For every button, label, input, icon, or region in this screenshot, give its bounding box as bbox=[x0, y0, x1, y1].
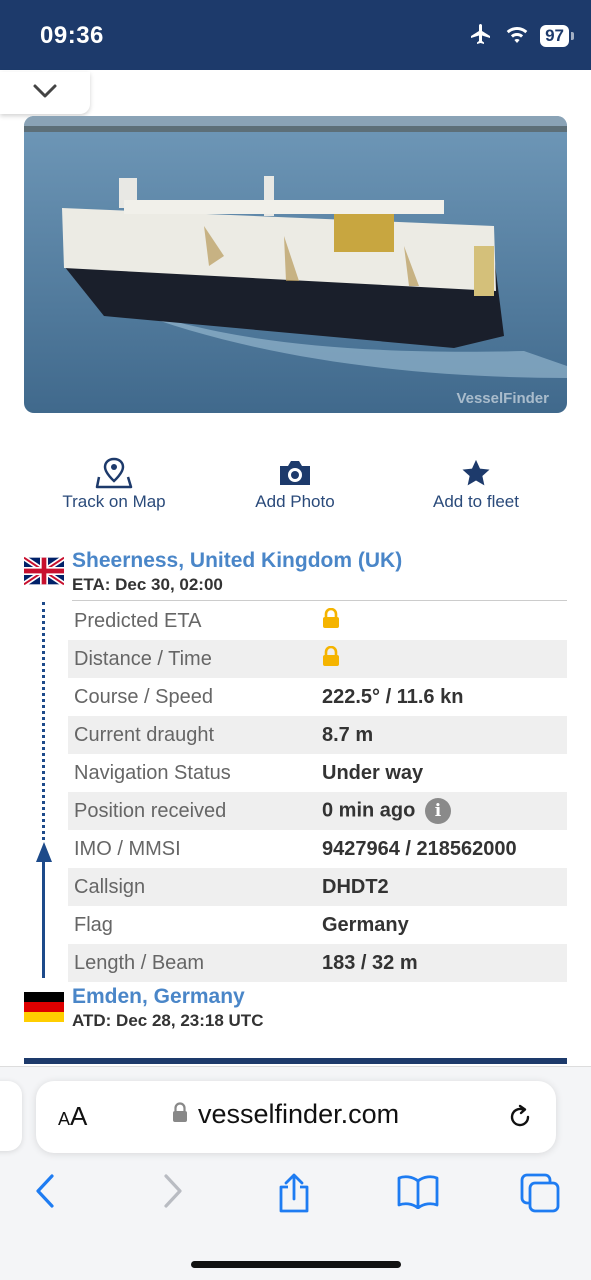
share-icon[interactable] bbox=[276, 1173, 312, 1218]
details-row: Position received 0 min ago i bbox=[68, 792, 567, 830]
reader-options-button[interactable]: AA bbox=[58, 1101, 87, 1132]
home-indicator bbox=[191, 1261, 401, 1268]
detail-key: Current draught bbox=[68, 716, 316, 754]
tabs-icon[interactable] bbox=[520, 1173, 562, 1218]
detail-key: Flag bbox=[74, 913, 113, 936]
star-icon bbox=[396, 458, 556, 488]
section-bar bbox=[24, 1058, 567, 1064]
route-solid-line bbox=[42, 860, 45, 978]
detail-value: 9427964 / 218562000 bbox=[322, 837, 517, 860]
detail-value: 8.7 m bbox=[316, 716, 567, 754]
origin-atd: ATD: Dec 28, 23:18 UTC bbox=[72, 1011, 264, 1030]
detail-key: Callsign bbox=[68, 868, 316, 906]
detail-key: Course / Speed bbox=[74, 685, 213, 708]
airplane-icon bbox=[468, 22, 494, 51]
route-arrow-icon bbox=[36, 842, 52, 862]
details-row: Course / Speed 222.5° / 11.6 kn bbox=[68, 678, 567, 716]
destination-eta: ETA: Dec 30, 02:00 bbox=[72, 575, 223, 594]
detail-value[interactable] bbox=[316, 602, 567, 640]
camera-icon bbox=[215, 458, 375, 488]
detail-value: 0 min ago i bbox=[316, 792, 567, 830]
detail-key: Distance / Time bbox=[68, 640, 316, 678]
track-on-map-button[interactable]: Track on Map bbox=[34, 457, 194, 518]
info-icon[interactable]: i bbox=[424, 798, 451, 824]
vessel-actions: Track on Map Add Photo Add to fleet bbox=[0, 457, 591, 518]
bookmarks-icon[interactable] bbox=[396, 1173, 440, 1214]
lock-icon[interactable] bbox=[322, 607, 340, 634]
germany-flag-icon bbox=[24, 992, 64, 1022]
chevron-down-icon bbox=[32, 83, 58, 104]
aa-small-label: A bbox=[58, 1109, 71, 1129]
details-row: Callsign DHDT2 bbox=[68, 868, 567, 906]
position-received-value: 0 min ago bbox=[322, 799, 416, 822]
details-row: Predicted ETA bbox=[68, 602, 567, 640]
lock-icon[interactable] bbox=[322, 645, 340, 672]
details-row: Current draught 8.7 m bbox=[68, 716, 567, 754]
uk-flag-icon bbox=[22, 555, 66, 587]
detail-key: Position received bbox=[68, 792, 316, 830]
divider bbox=[72, 600, 567, 601]
details-row: Flag Germany bbox=[68, 906, 567, 944]
detail-value: 183 / 32 m bbox=[316, 944, 567, 982]
url-text: vesselfinder.com bbox=[198, 1099, 400, 1129]
detail-key: Length / Beam bbox=[68, 944, 316, 982]
photo-watermark: VesselFinder bbox=[456, 390, 549, 407]
details-row: IMO / MMSI 9427964 / 218562000 bbox=[68, 830, 567, 868]
add-to-fleet-label: Add to fleet bbox=[432, 492, 519, 511]
route-dotted-line bbox=[42, 602, 46, 840]
detail-value[interactable] bbox=[316, 640, 567, 678]
details-row: Distance / Time bbox=[68, 640, 567, 678]
browser-toolbar bbox=[0, 1167, 591, 1217]
map-pin-icon bbox=[34, 457, 194, 489]
add-photo-button[interactable]: Add Photo bbox=[215, 458, 375, 518]
forward-icon[interactable] bbox=[162, 1173, 184, 1214]
vessel-photo[interactable]: VesselFinder bbox=[24, 116, 567, 413]
detail-value: 222.5° / 11.6 kn bbox=[322, 685, 464, 708]
url-field[interactable]: vesselfinder.com bbox=[172, 1099, 399, 1130]
detail-value: Germany bbox=[322, 913, 409, 936]
details-row: Navigation Status Under way bbox=[68, 754, 567, 792]
status-time: 09:36 bbox=[40, 22, 104, 49]
add-to-fleet-button[interactable]: Add to fleet bbox=[396, 458, 556, 518]
collapse-button[interactable] bbox=[0, 72, 90, 114]
vessel-details-table: Predicted ETA Distance / Time Course / S… bbox=[68, 602, 567, 982]
status-bar: 09:36 97 bbox=[0, 0, 591, 70]
status-icons: 97 bbox=[468, 22, 574, 51]
reload-icon[interactable] bbox=[506, 1103, 534, 1136]
destination-port-link[interactable]: Sheerness, United Kingdom (UK) bbox=[72, 549, 402, 573]
detail-key: Navigation Status bbox=[74, 761, 231, 784]
lock-icon bbox=[172, 1102, 188, 1127]
browser-chrome: AA vesselfinder.com bbox=[0, 1066, 591, 1280]
wifi-icon bbox=[504, 23, 530, 50]
details-row: Length / Beam 183 / 32 m bbox=[68, 944, 567, 982]
back-icon[interactable] bbox=[34, 1173, 56, 1214]
detail-key: Predicted ETA bbox=[74, 609, 202, 632]
detail-key: IMO / MMSI bbox=[74, 837, 181, 860]
track-on-map-label: Track on Map bbox=[62, 492, 166, 511]
battery-indicator: 97 bbox=[540, 25, 574, 47]
detail-value: DHDT2 bbox=[316, 868, 567, 906]
previous-tab-card[interactable] bbox=[0, 1081, 22, 1151]
detail-value: Under way bbox=[322, 761, 424, 784]
origin-port-link[interactable]: Emden, Germany bbox=[72, 985, 245, 1009]
address-bar[interactable]: AA vesselfinder.com bbox=[36, 1081, 556, 1153]
add-photo-label: Add Photo bbox=[255, 492, 335, 511]
aa-big-label: A bbox=[70, 1101, 88, 1131]
